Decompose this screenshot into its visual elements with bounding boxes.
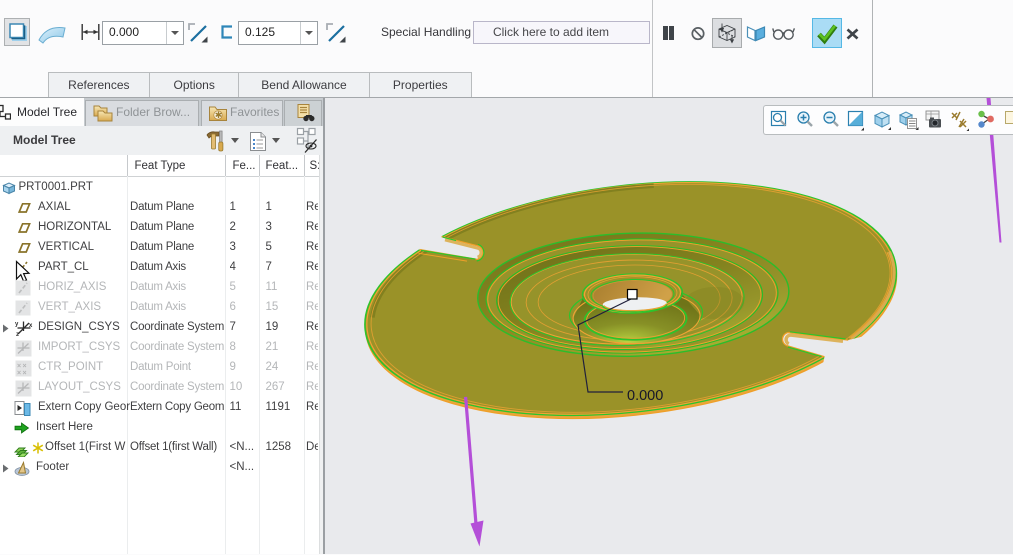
svg-text:y: y [15, 322, 19, 328]
svg-text:x: x [29, 323, 33, 329]
svg-text:× ×: × × [17, 363, 27, 370]
svg-text:✱: ✱ [215, 110, 223, 120]
svg-text:0.000: 0.000 [627, 388, 663, 404]
svg-text:× ×: × × [17, 370, 27, 377]
